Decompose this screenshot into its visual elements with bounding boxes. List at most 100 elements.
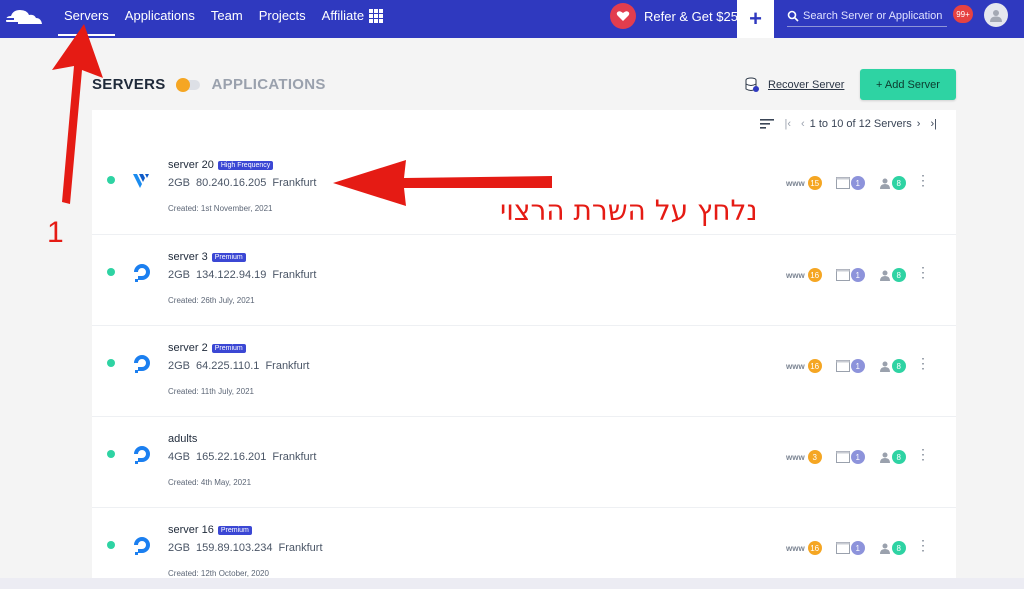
status-dot xyxy=(107,541,115,549)
server-row[interactable]: server 3 Premium 2GB 134.122.94.19 Frankfur… xyxy=(92,234,956,325)
more-options-icon[interactable]: ⋮ xyxy=(916,447,930,461)
status-dot xyxy=(107,176,115,184)
user-count[interactable]: 8 xyxy=(891,541,906,555)
www-label: www xyxy=(786,361,805,371)
app-icon xyxy=(835,177,850,189)
users-icon xyxy=(879,452,890,463)
plan-badge: Premium xyxy=(211,252,246,262)
server-ip: 64.225.110.1 xyxy=(196,360,260,372)
servers-panel: |‹ ‹ 1 to 10 of 12 Servers › ›| server 2… xyxy=(92,110,956,589)
digitalocean-icon xyxy=(134,446,150,464)
user-count[interactable]: 8 xyxy=(891,359,906,373)
add-server-button[interactable]: + Add Server xyxy=(860,69,956,100)
server-stats: www 15 1 8 xyxy=(786,176,920,190)
users-icon xyxy=(879,361,890,372)
website-count[interactable]: 16 xyxy=(807,541,822,555)
app-count[interactable]: 1 xyxy=(850,359,865,373)
status-dot xyxy=(107,268,115,276)
server-name[interactable]: server 20 xyxy=(168,159,214,171)
server-name[interactable]: adults xyxy=(168,433,197,445)
website-count[interactable]: 3 xyxy=(807,450,822,464)
user-count[interactable]: 8 xyxy=(891,450,906,464)
last-page-icon[interactable]: ›| xyxy=(930,118,937,130)
server-stats: www 16 1 8 xyxy=(786,541,920,555)
annotation-text: נלחץ על השרת הרצוי xyxy=(500,194,758,227)
nav-projects[interactable]: Projects xyxy=(251,0,314,38)
search-input[interactable] xyxy=(803,9,943,22)
www-label: www xyxy=(786,452,805,462)
app-count[interactable]: 1 xyxy=(850,176,865,190)
website-count[interactable]: 16 xyxy=(807,359,822,373)
server-row[interactable]: adults 4GB 165.22.16.201 Frankfurt Created… xyxy=(92,416,956,507)
nav-affiliate[interactable]: Affiliate xyxy=(314,0,372,38)
created-date: Created: 12th October, 2020 xyxy=(168,569,269,578)
os-taskbar xyxy=(0,578,1024,589)
prev-page-icon[interactable]: ‹ xyxy=(801,118,805,130)
server-name[interactable]: server 2 xyxy=(168,342,208,354)
status-dot xyxy=(107,450,115,458)
app-icon xyxy=(835,269,850,281)
app-count[interactable]: 1 xyxy=(850,450,865,464)
www-label: www xyxy=(786,543,805,553)
apps-grid-icon[interactable] xyxy=(369,9,383,23)
app-count[interactable]: 1 xyxy=(850,541,865,555)
server-ip: 80.240.16.205 xyxy=(196,177,267,189)
server-location: Frankfurt xyxy=(272,177,317,189)
nav-applications[interactable]: Applications xyxy=(117,0,203,38)
cloudways-logo[interactable] xyxy=(4,6,50,30)
nav-team[interactable]: Team xyxy=(203,0,251,38)
more-options-icon[interactable]: ⋮ xyxy=(916,538,930,552)
app-icon xyxy=(835,360,850,372)
plan-badge: Premium xyxy=(217,525,252,535)
server-stats: www 16 1 8 xyxy=(786,268,920,282)
server-size: 2GB xyxy=(168,360,191,372)
first-page-icon[interactable]: |‹ xyxy=(784,118,791,130)
app-count[interactable]: 1 xyxy=(850,268,865,282)
server-name[interactable]: server 3 xyxy=(168,251,208,263)
more-options-icon[interactable]: ⋮ xyxy=(916,356,930,370)
search-box[interactable] xyxy=(787,5,947,27)
user-avatar[interactable] xyxy=(984,3,1008,27)
app-icon xyxy=(835,451,850,463)
nav-servers[interactable]: Servers xyxy=(56,0,117,38)
status-dot xyxy=(107,359,115,367)
server-location: Frankfurt xyxy=(278,542,323,554)
plan-badge: Premium xyxy=(211,343,246,353)
search-icon xyxy=(787,10,799,22)
notifications-badge[interactable]: 99+ xyxy=(953,5,973,23)
www-label: www xyxy=(786,270,805,280)
server-size: 2GB xyxy=(168,269,191,281)
refer-button[interactable]: Refer & Get $25 xyxy=(610,0,738,32)
more-options-icon[interactable]: ⋮ xyxy=(916,173,930,187)
servers-heading[interactable]: SERVERS xyxy=(92,76,166,93)
created-date: Created: 26th July, 2021 xyxy=(168,296,255,305)
applications-heading[interactable]: APPLICATIONS xyxy=(212,76,326,93)
website-count[interactable]: 15 xyxy=(807,176,822,190)
server-row[interactable]: server 2 Premium 2GB 64.225.110.1 Frankfurt… xyxy=(92,325,956,416)
server-row[interactable]: server 16 Premium 2GB 159.89.103.234 Frankf… xyxy=(92,507,956,589)
users-icon xyxy=(879,178,890,189)
server-stats: www 3 1 8 xyxy=(786,450,920,464)
next-page-icon[interactable]: › xyxy=(917,118,921,130)
digitalocean-icon xyxy=(134,355,150,373)
server-ip: 159.89.103.234 xyxy=(196,542,273,554)
digitalocean-icon xyxy=(134,537,150,555)
heart-icon xyxy=(610,3,636,29)
recover-server-link[interactable]: Recover Server xyxy=(744,77,844,93)
database-icon xyxy=(745,77,759,92)
user-icon xyxy=(990,10,1002,22)
www-label: www xyxy=(786,178,805,188)
created-date: Created: 4th May, 2021 xyxy=(168,478,252,487)
sort-icon[interactable] xyxy=(760,119,775,129)
website-count[interactable]: 16 xyxy=(807,268,822,282)
view-toggle[interactable] xyxy=(175,77,200,92)
user-count[interactable]: 8 xyxy=(891,268,906,282)
pager-text: 1 to 10 of 12 Servers xyxy=(809,118,912,130)
more-options-icon[interactable]: ⋮ xyxy=(916,265,930,279)
server-name[interactable]: server 16 xyxy=(168,524,214,536)
server-size: 2GB xyxy=(168,177,191,189)
quick-add-button[interactable]: + xyxy=(737,0,774,38)
app-icon xyxy=(835,542,850,554)
user-count[interactable]: 8 xyxy=(891,176,906,190)
pagination: |‹ ‹ 1 to 10 of 12 Servers › ›| xyxy=(755,118,942,130)
